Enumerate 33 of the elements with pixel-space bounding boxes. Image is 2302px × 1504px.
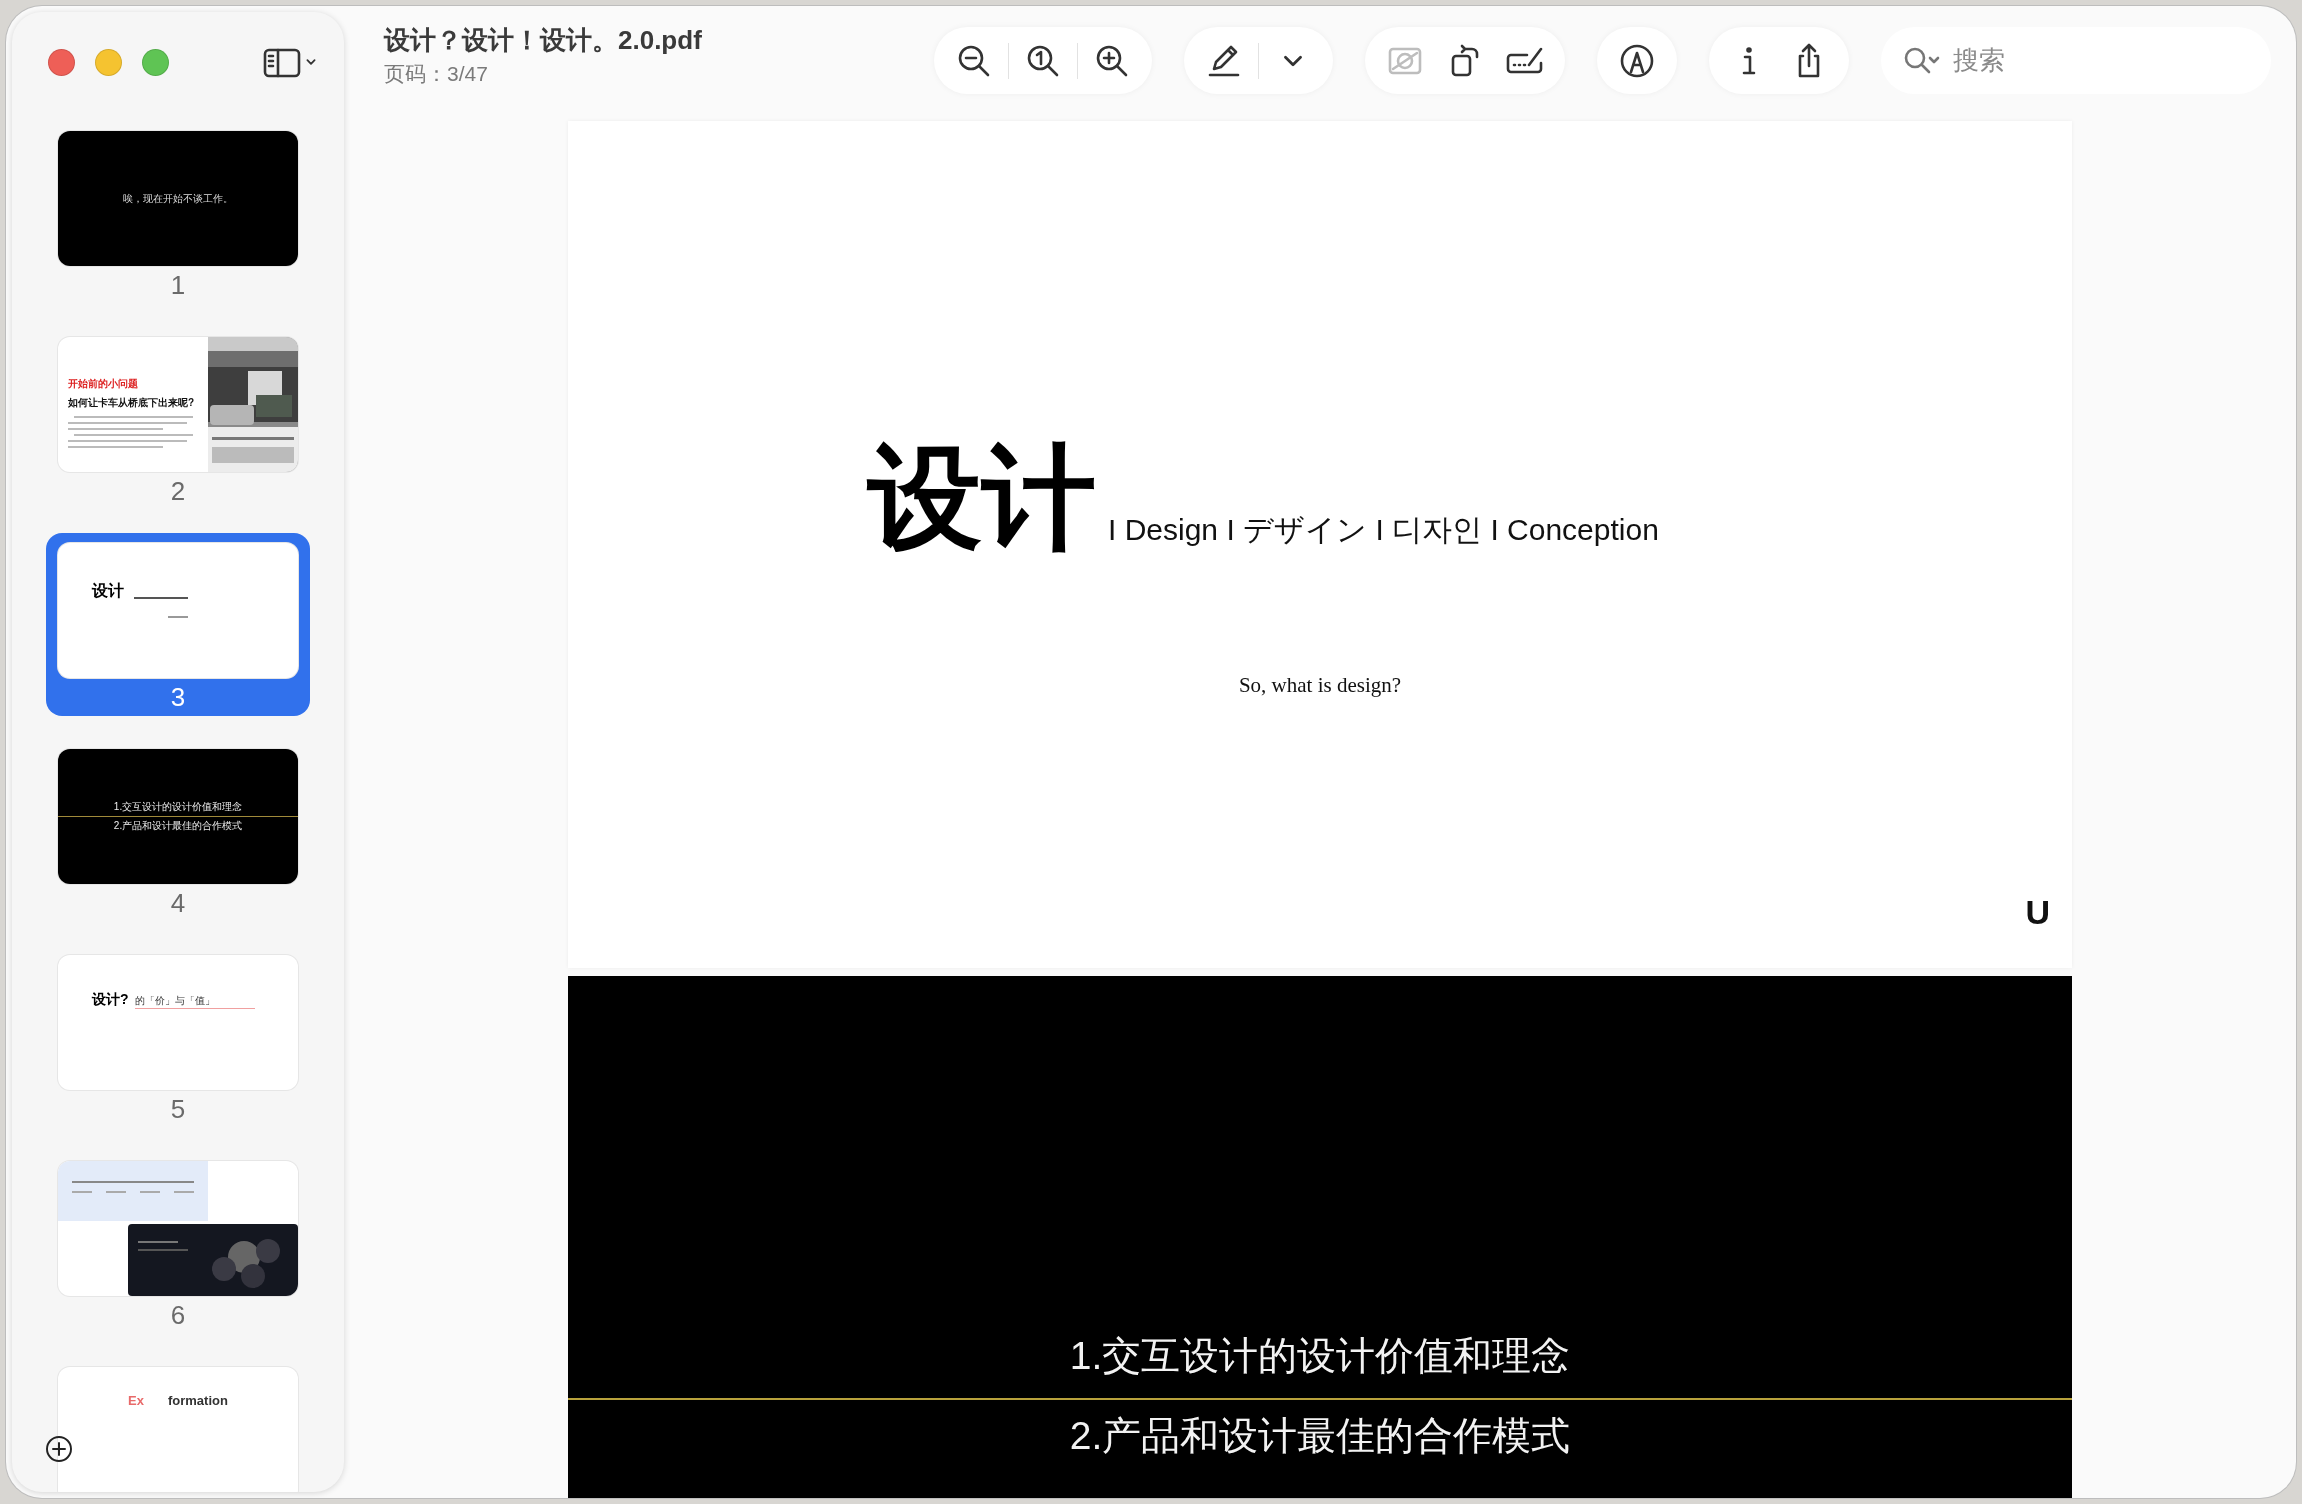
slide-text: 2.产品和设计最佳的合作模式	[113, 819, 243, 833]
slide-text: 唉，现在开始不谈工作。	[123, 191, 233, 206]
add-icon	[44, 1434, 74, 1464]
slide-question: So, what is design?	[1237, 673, 1403, 698]
slide-title-fragment: Ex	[128, 1393, 144, 1408]
slide-title: 如何让卡车从桥底下出来呢?	[68, 396, 196, 410]
window-title: 设计？设计！设计。2.0.pdf	[384, 24, 703, 57]
page-number: 4	[170, 887, 186, 920]
slide-subtitle: I Design I デザイン I 디자인 I Conception	[1108, 512, 1659, 548]
agenda-item: 1.交互设计的设计价值和理念	[1069, 1333, 1571, 1379]
slide-title: 设计	[868, 439, 1096, 557]
add-button[interactable]	[44, 1434, 74, 1464]
agenda-item: 2.产品和设计最佳的合作模式	[1069, 1413, 1571, 1459]
slide-title-fragment: formation	[167, 1393, 228, 1408]
zoom-button[interactable]	[142, 48, 169, 76]
slide-title: 设计?	[92, 991, 129, 1009]
slide-title: 设计	[92, 581, 124, 601]
page-thumbnail[interactable]: 设计 3	[46, 533, 310, 716]
page-number: 6	[170, 1299, 186, 1332]
search-field[interactable]: 搜索	[1951, 44, 2235, 77]
search-bar[interactable]: 搜索	[1881, 27, 2271, 94]
page-number: 5	[170, 1093, 186, 1126]
logo: U	[2025, 893, 2050, 932]
page-number: 3	[170, 681, 186, 714]
page-indicator: 页码：3/47	[384, 61, 489, 87]
page-number: 1	[170, 269, 186, 302]
slide-text: 1.交互设计的设计价值和理念	[113, 800, 243, 814]
slide-tag: 开始前的小问题	[68, 377, 208, 391]
page-number: 2	[170, 475, 186, 508]
chevron-down-icon	[1283, 53, 1303, 68]
close-button[interactable]	[48, 48, 75, 76]
slide-text: 的「价」与「值」	[134, 994, 255, 1009]
text-line-drawing	[168, 616, 188, 618]
